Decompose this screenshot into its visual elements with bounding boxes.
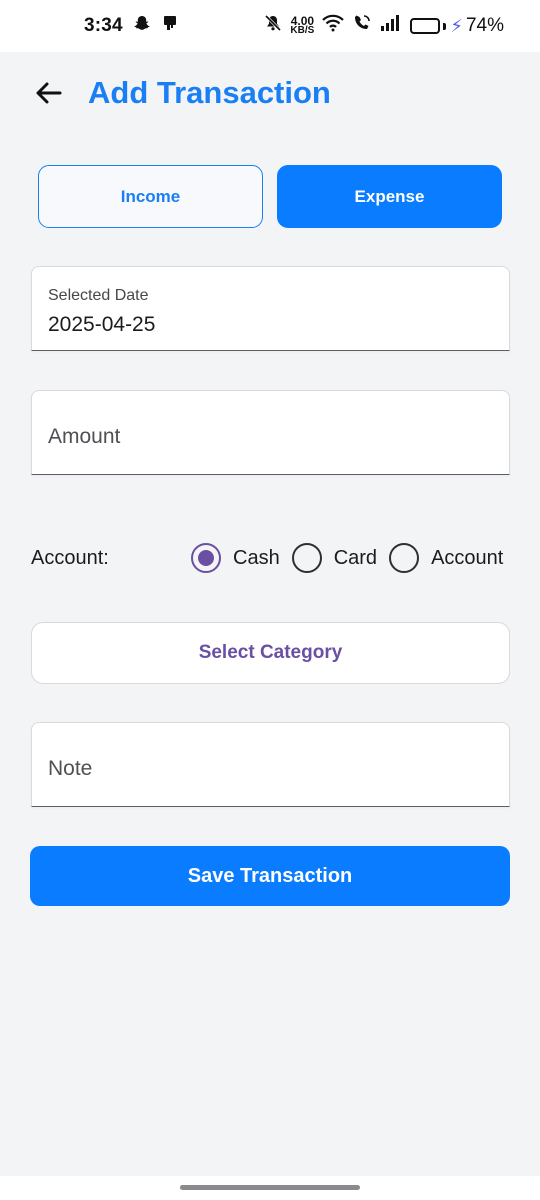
radio-label-card: Card (333, 546, 378, 569)
battery-percent: 74% (465, 15, 504, 36)
date-field-value: 2025-04-25 (48, 313, 156, 336)
battery-icon: ⚡︎ 74% (410, 15, 504, 37)
radio-button-checked[interactable] (191, 543, 221, 573)
radio-label-account: Account (431, 546, 504, 569)
home-indicator[interactable] (180, 1185, 360, 1190)
account-selector: Account: Cash Card Account (31, 538, 511, 578)
snapchat-icon (133, 14, 151, 38)
note-field[interactable]: Note (31, 722, 510, 807)
expense-button[interactable]: Expense (277, 165, 502, 228)
radio-option-cash[interactable]: Cash (191, 543, 292, 573)
radio-selected-dot (198, 550, 214, 566)
radio-option-account[interactable]: Account (389, 543, 515, 573)
radio-label-cash: Cash (233, 546, 280, 569)
status-bar-left: 3:34 (84, 14, 179, 38)
account-radio-group: Cash Card Account (191, 538, 515, 578)
date-field-label: Selected Date (48, 287, 149, 304)
app-header: Add Transaction (32, 72, 331, 114)
amount-placeholder: Amount (48, 425, 121, 448)
battery-nub (443, 22, 447, 30)
mute-icon (264, 14, 282, 38)
network-speed: 4.00 KB/S (290, 15, 315, 36)
select-category-button[interactable]: Select Category (31, 622, 510, 684)
status-time: 3:34 (84, 15, 123, 36)
network-speed-unit: KB/S (290, 25, 315, 36)
account-label: Account: (31, 546, 109, 569)
signal-icon (380, 14, 402, 38)
amount-field[interactable]: Amount (31, 390, 510, 475)
page-title: Add Transaction (88, 75, 331, 110)
radio-option-card[interactable]: Card (291, 543, 389, 573)
notification-icon (161, 14, 179, 38)
status-bar: 3:34 4.00 KB/S ⚡︎ 74% (0, 0, 540, 52)
arrow-left-icon (36, 82, 62, 104)
radio-button-unchecked[interactable] (291, 543, 322, 573)
date-field[interactable]: Selected Date 2025-04-25 (31, 266, 510, 351)
battery-body (410, 18, 441, 34)
transaction-type-toggle: Income Expense (38, 165, 502, 228)
call-icon (352, 14, 372, 38)
save-transaction-button[interactable]: Save Transaction (30, 846, 510, 906)
back-button[interactable] (32, 77, 64, 109)
note-placeholder: Note (48, 757, 93, 780)
status-bar-right: 4.00 KB/S ⚡︎ 74% (264, 14, 504, 38)
income-button[interactable]: Income (38, 165, 263, 228)
wifi-icon (322, 14, 345, 38)
charging-icon: ⚡︎ (450, 15, 463, 36)
radio-button-unchecked[interactable] (389, 543, 420, 573)
